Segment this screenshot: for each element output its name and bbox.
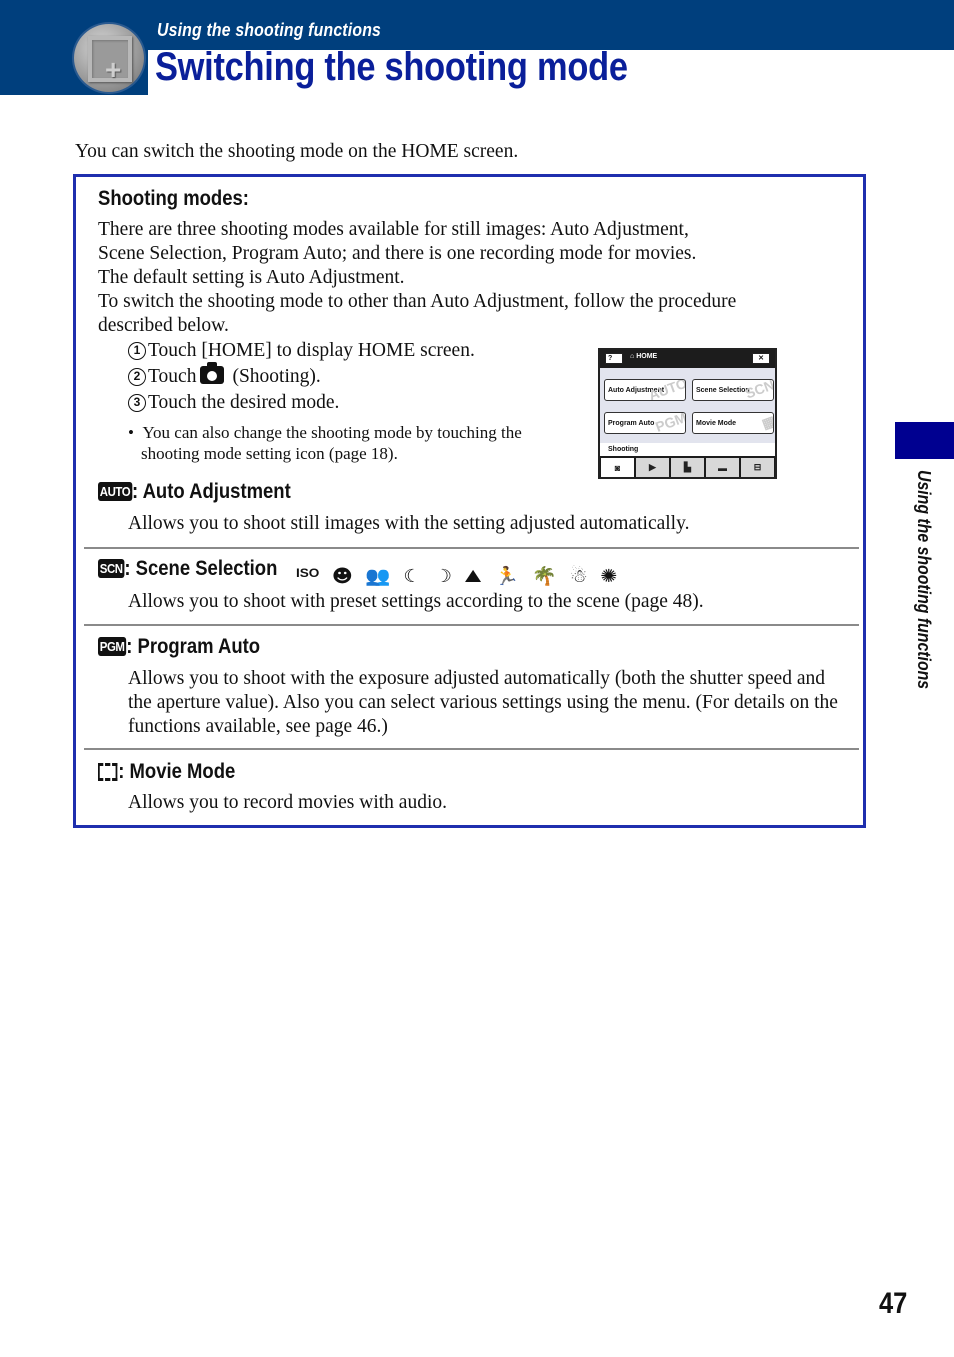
step-text: Touch xyxy=(148,366,197,387)
paragraph-line: The default setting is Auto Adjustment. xyxy=(98,267,405,288)
close-icon: ✕ xyxy=(758,355,764,362)
twilight-icon: ☽ xyxy=(433,566,452,587)
slideshow-tab-icon[interactable]: ▬ xyxy=(706,458,739,477)
bullet: • xyxy=(128,423,143,442)
home-label: ⌂ HOME xyxy=(630,353,657,360)
desc-line: the aperture value). Also you can select… xyxy=(128,692,838,713)
program-auto-button[interactable]: Program Auto PGM xyxy=(604,412,686,434)
category-label: Shooting xyxy=(600,443,775,456)
step-text: Touch [HOME] to display HOME screen. xyxy=(148,340,475,361)
paragraph-line: Scene Selection, Program Auto; and there… xyxy=(98,243,697,264)
shooting-tab-icon[interactable]: ◙ xyxy=(601,458,634,477)
mode-label: Movie Mode xyxy=(696,420,737,427)
step-3: 3 Touch the desired mode. xyxy=(128,390,475,416)
mode-name: : Movie Mode xyxy=(118,760,236,783)
mode-movie-description: Allows you to record movies with audio. xyxy=(128,792,447,813)
home-screen-illustration: ? ⌂ HOME ✕ Auto Adjustment AUTO Scene Sel… xyxy=(598,348,777,479)
note-line: • You can also change the shooting mode … xyxy=(128,422,522,443)
help-label: ? xyxy=(608,355,613,362)
beach-icon: 🌴 xyxy=(531,566,557,587)
mode-auto-description: Allows you to shoot still images with th… xyxy=(128,513,690,534)
home-icon: ⌂ xyxy=(630,353,635,360)
twilight-portrait-icon: ☾ xyxy=(402,566,422,587)
desc-line: Allows you to shoot with the exposure ad… xyxy=(128,668,825,689)
scene-icons: ISO ☻ 👥 ☾ ☽ ⛰ 🏃 🌴 ☃ ✺ xyxy=(296,566,617,587)
page-title: Switching the shooting mode xyxy=(155,45,628,89)
settings-tab-icon[interactable]: ⊟ xyxy=(741,458,774,477)
note-text: You can also change the shooting mode by… xyxy=(142,423,522,442)
paragraph-line: There are three shooting modes available… xyxy=(98,219,689,240)
mode-name: : Auto Adjustment xyxy=(131,480,291,503)
shooting-modes-box: Shooting modes: There are three shooting… xyxy=(73,174,866,828)
side-tab-label: Using the shooting functions xyxy=(914,470,934,690)
camera-plus-icon: + xyxy=(72,22,146,94)
advanced-sports-icon: 🏃 xyxy=(493,566,520,587)
watermark: SCN xyxy=(743,379,774,401)
divider xyxy=(84,748,859,750)
mode-auto-heading: AUTO: Auto Adjustment xyxy=(98,480,291,504)
movie-mode-button[interactable]: Movie Mode ▦ xyxy=(692,412,774,434)
intro-text: You can switch the shooting mode on the … xyxy=(75,141,519,162)
movie-mode-icon xyxy=(98,763,118,781)
snow-icon: ☃ xyxy=(569,566,588,587)
mode-label: Program Auto xyxy=(608,420,655,427)
scn-mode-icon: SCN xyxy=(98,559,125,578)
landscape-icon: ⛰ xyxy=(464,566,482,587)
category-tabs: ◙ ▶ ▙ ▬ ⊟ xyxy=(600,456,775,477)
side-tab-marker xyxy=(895,422,954,459)
paragraph-line: To switch the shooting mode to other tha… xyxy=(98,291,737,312)
step-number: 3 xyxy=(128,394,146,412)
camera-icon xyxy=(200,362,225,384)
step-number: 2 xyxy=(128,368,146,386)
close-button[interactable]: ✕ xyxy=(752,353,770,364)
playback-tab-icon[interactable]: ▶ xyxy=(636,458,669,477)
header-band xyxy=(0,0,954,50)
fireworks-icon: ✺ xyxy=(599,566,618,587)
page-number: 47 xyxy=(879,1287,908,1320)
print-tab-icon[interactable]: ▙ xyxy=(671,458,704,477)
soft-snap-icon: 👥 xyxy=(365,566,391,587)
smile-shutter-icon: ☻ xyxy=(331,566,353,587)
help-button[interactable]: ? xyxy=(605,353,623,364)
mode-program-heading: PGM: Program Auto xyxy=(98,635,260,659)
auto-adjustment-button[interactable]: Auto Adjustment AUTO xyxy=(604,379,686,401)
mode-scene-description: Allows you to shoot with preset settings… xyxy=(128,591,704,612)
note-line: shooting mode setting icon (page 18). xyxy=(141,444,398,463)
shooting-modes-heading: Shooting modes: xyxy=(98,187,249,210)
high-sensitivity-icon: ISO xyxy=(295,566,320,580)
scene-selection-button[interactable]: Scene Selection SCN xyxy=(692,379,774,401)
watermark: ▦ xyxy=(759,412,774,432)
mode-movie-heading: : Movie Mode xyxy=(98,760,235,784)
shooting-modes-paragraph: There are three shooting modes available… xyxy=(98,218,736,338)
mode-label: Scene Selection xyxy=(696,387,750,394)
desc-line: functions available, see page 46.) xyxy=(128,716,388,737)
steps-list: 1 Touch [HOME] to display HOME screen. 2T… xyxy=(128,338,475,416)
step-text: Touch the desired mode. xyxy=(148,392,340,413)
step-2: 2 Touch (Shooting). xyxy=(128,362,475,390)
paragraph-line: described below. xyxy=(98,315,229,336)
step-number: 1 xyxy=(128,342,146,360)
home-screen-topbar: ? ⌂ HOME ✕ xyxy=(600,350,775,368)
step-1: 1 Touch [HOME] to display HOME screen. xyxy=(128,338,475,364)
divider xyxy=(84,547,859,549)
home-text: HOME xyxy=(636,353,658,360)
auto-mode-icon: AUTO xyxy=(98,482,132,501)
note: • You can also change the shooting mode … xyxy=(128,422,522,464)
mode-name: : Program Auto xyxy=(126,635,261,658)
watermark: AUTO xyxy=(646,379,686,401)
step-text: (Shooting). xyxy=(232,366,321,387)
watermark: PGM xyxy=(653,412,686,434)
mode-scene-heading: SCN: Scene Selection ISO ☻ 👥 ☾ ☽ ⛰ 🏃 🌴 ☃… xyxy=(98,557,617,587)
mode-name: : Scene Selection xyxy=(124,557,278,580)
section-label: Using the shooting functions xyxy=(157,20,382,40)
mode-program-description: Allows you to shoot with the exposure ad… xyxy=(128,667,838,739)
pgm-mode-icon: PGM xyxy=(98,637,127,656)
divider xyxy=(84,624,859,626)
